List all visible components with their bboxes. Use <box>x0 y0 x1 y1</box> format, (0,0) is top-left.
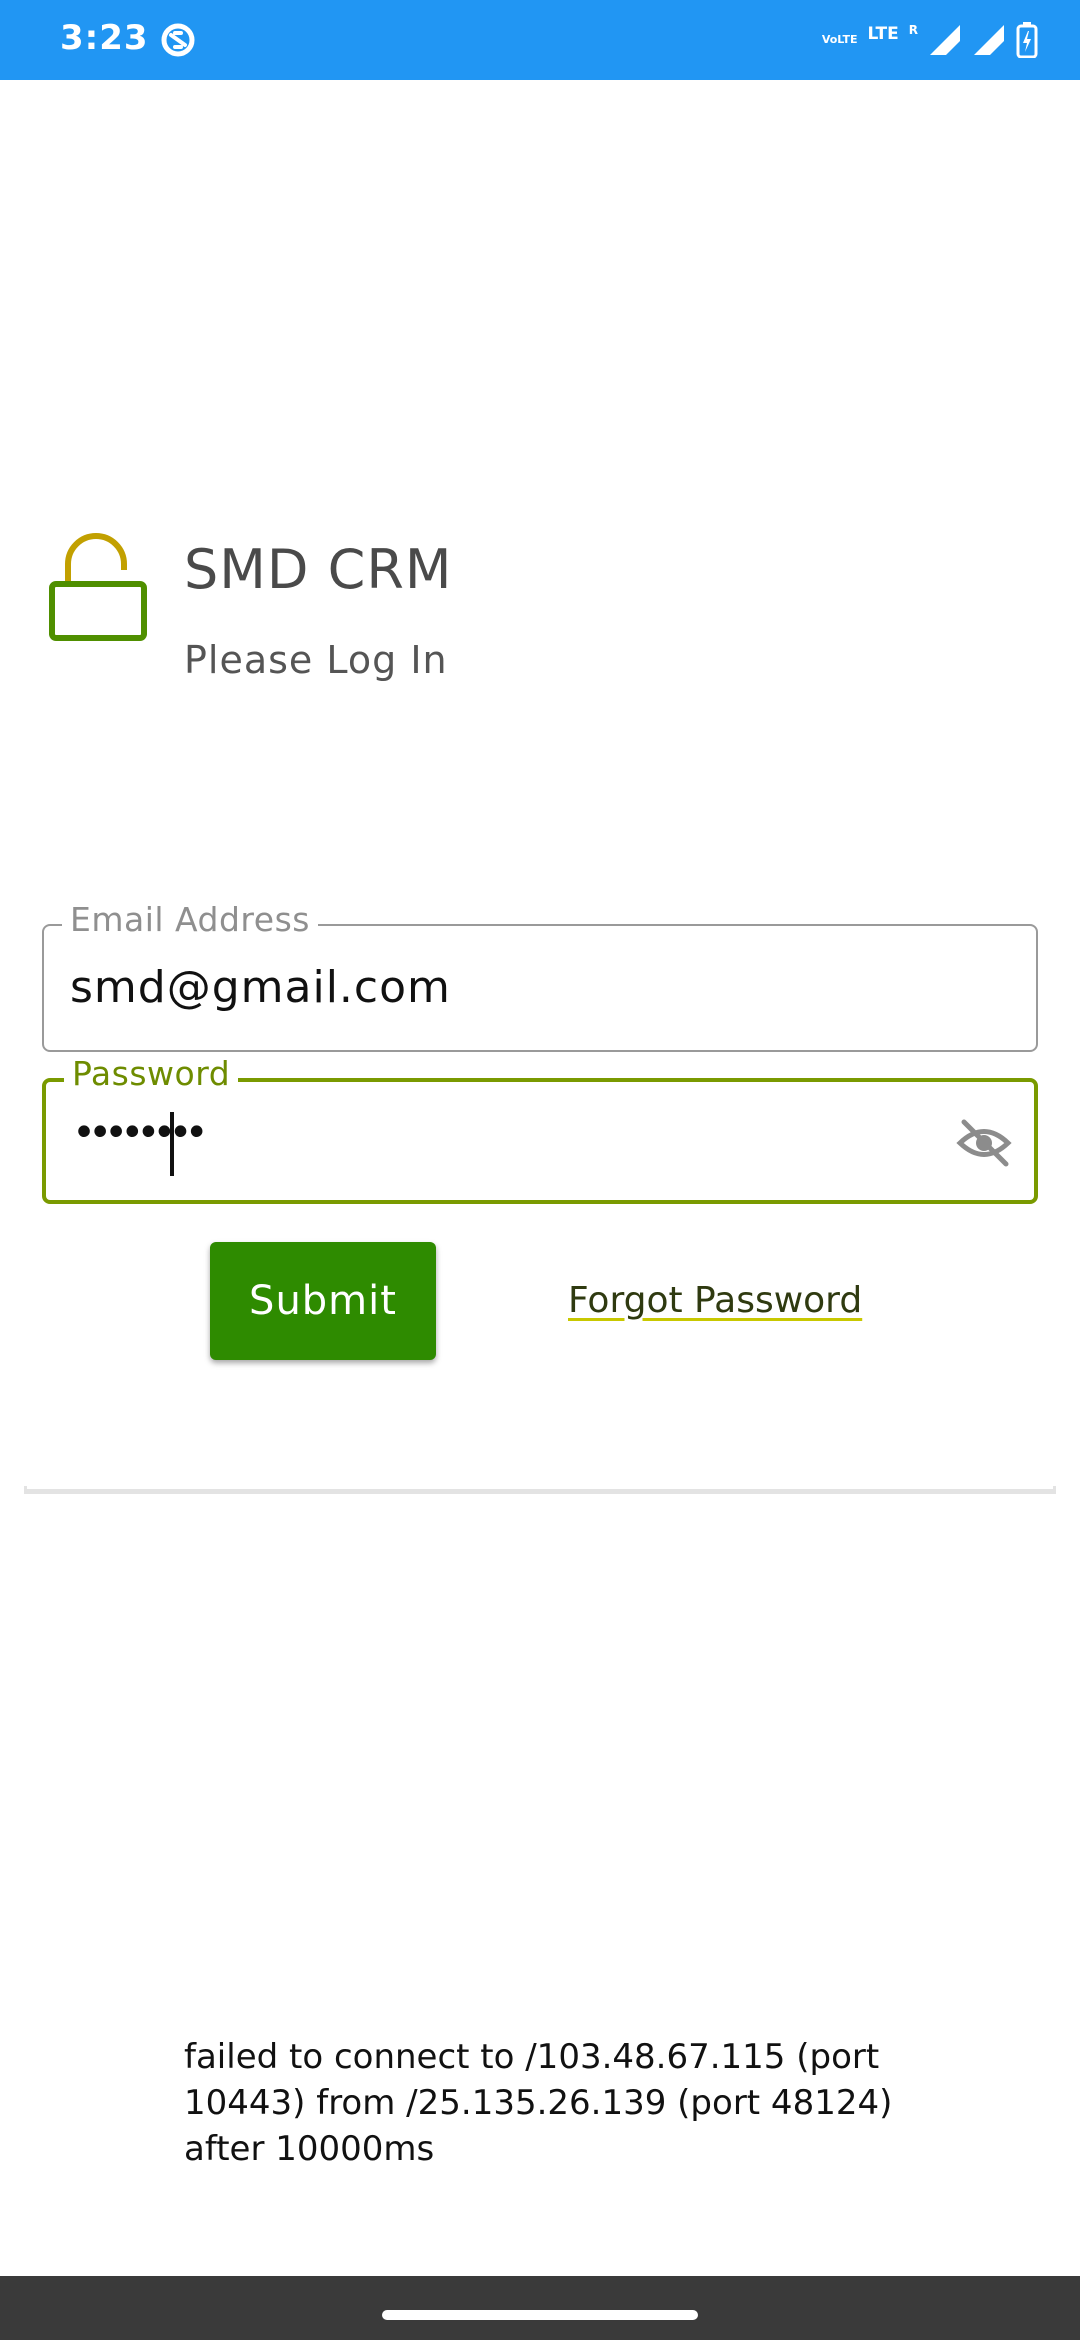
submit-button[interactable]: Submit <box>210 1242 436 1360</box>
home-gesture-handle[interactable] <box>382 2310 698 2320</box>
password-field-label: Password <box>64 1054 239 1093</box>
connection-error-message: failed to connect to /103.48.67.115 (por… <box>184 2037 893 2169</box>
status-bar: 3:23 VoLTE LTE R <box>0 0 1080 80</box>
status-app-icon <box>161 23 195 57</box>
login-screen: 3:23 VoLTE LTE R SMD CRM Please Log In E… <box>0 0 1080 2340</box>
email-field-label: Email Address <box>62 900 318 939</box>
app-subtitle: Please Log In <box>184 638 448 682</box>
status-indicators: VoLTE LTE R <box>822 18 1038 62</box>
lock-open-icon <box>49 533 147 641</box>
app-title: SMD CRM <box>184 538 453 601</box>
forgot-password-link[interactable]: Forgot Password <box>568 1280 862 1321</box>
email-field[interactable]: Email Address smd@gmail.com <box>42 900 1038 1052</box>
signal-icon <box>930 25 960 55</box>
card-bottom-edge <box>24 1486 1056 1494</box>
status-time: 3:23 <box>60 18 149 58</box>
navigation-bar <box>0 2276 1080 2340</box>
battery-icon <box>1016 22 1038 58</box>
volte-indicator: VoLTE <box>822 34 858 46</box>
email-field-value[interactable]: smd@gmail.com <box>70 962 451 1013</box>
password-field[interactable]: Password •••••••• <box>42 1054 1038 1204</box>
roaming-label: R <box>908 23 918 37</box>
lte-label: LTE <box>867 24 899 44</box>
password-field-value[interactable]: •••••••• <box>72 1110 209 1156</box>
volte-label: VoLTE <box>821 33 858 46</box>
text-cursor <box>170 1112 174 1176</box>
visibility-off-icon[interactable] <box>956 1118 1012 1168</box>
signal-icon-secondary <box>974 25 1004 55</box>
